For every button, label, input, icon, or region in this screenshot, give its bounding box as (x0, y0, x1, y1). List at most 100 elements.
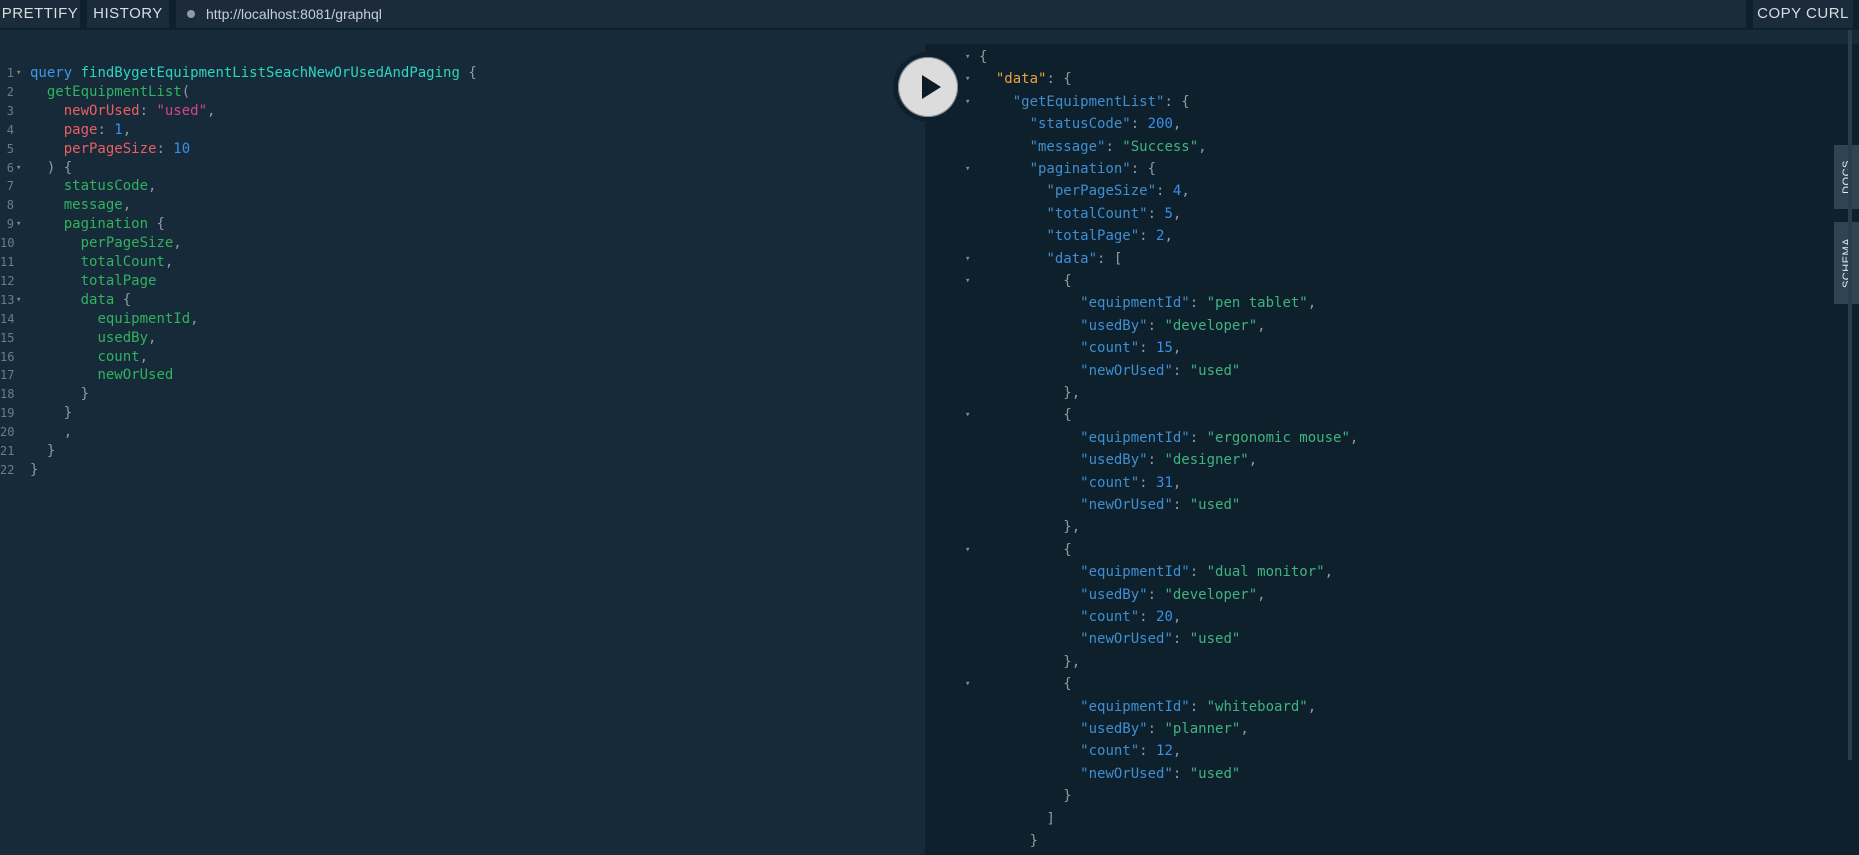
code-text: } (30, 459, 38, 481)
code-token: ( (181, 83, 191, 100)
code-token: "developer" (1164, 586, 1258, 603)
history-button[interactable]: HISTORY (87, 0, 169, 28)
result-line: "totalCount": 5, (925, 203, 1859, 225)
code-token: "pagination" (1029, 161, 1131, 177)
code-token: : (1130, 116, 1148, 133)
code-token: : (1147, 586, 1165, 603)
code-token: , (148, 178, 157, 195)
fold-toggle-icon[interactable]: ▾ (965, 158, 970, 180)
code-token: newOrUsed (97, 367, 174, 384)
result-line: "equipmentId": "whiteboard", (925, 696, 1859, 718)
code-token: , (1257, 317, 1266, 334)
code-token: , (1307, 295, 1317, 312)
code-token: 1 (114, 121, 123, 138)
code-token: "ergonomic mouse" (1206, 429, 1350, 446)
code-token: 5 (1164, 205, 1173, 222)
result-line: "count": 20, (925, 606, 1859, 628)
endpoint-url-field[interactable]: http://localhost:8081/graphql (176, 0, 1746, 28)
result-line: "equipmentId": "dual monitor", (925, 561, 1859, 583)
code-token: pagination (63, 216, 149, 233)
result-line: "newOrUsed": "used" (925, 360, 1859, 382)
result-line: } (925, 830, 1859, 852)
docs-tab[interactable]: DOCS (1834, 145, 1859, 209)
code-token: "used" (1189, 497, 1241, 513)
code-token: : (1189, 564, 1207, 581)
code-token: totalPage (80, 272, 157, 289)
code-token: { (114, 291, 132, 308)
result-line: "statusCode": 200, (925, 113, 1859, 135)
result-line: }, (925, 516, 1859, 538)
fold-toggle-icon[interactable]: ▾ (965, 91, 970, 113)
code-token: "developer" (1164, 317, 1258, 334)
execute-query-button[interactable] (893, 52, 963, 122)
code-token: : (1189, 295, 1207, 312)
code-token: : { (1130, 161, 1157, 177)
copy-curl-button[interactable]: COPY CURL (1753, 0, 1853, 28)
code-token: "newOrUsed" (1080, 362, 1173, 379)
code-text: "data": [ (979, 248, 1122, 270)
code-token: : (1147, 317, 1165, 334)
result-line: "count": 31, (925, 472, 1859, 494)
code-token: : (139, 102, 157, 119)
fold-toggle-icon[interactable]: ▾ (965, 673, 970, 695)
result-scrollbar[interactable] (1848, 30, 1852, 760)
code-token: : (1172, 497, 1190, 513)
connection-status-icon (187, 10, 195, 18)
toolbar: PRETTIFY HISTORY http://localhost:8081/g… (0, 0, 1859, 30)
code-text: } (979, 785, 1071, 807)
code-token: "designer" (1164, 452, 1249, 469)
schema-tab[interactable]: SCHEMA (1834, 222, 1859, 304)
code-token: 12 (1156, 743, 1173, 760)
result-line: "count": 15, (925, 337, 1859, 359)
code-token: "equipmentId" (1080, 429, 1190, 446)
code-token: { (1063, 273, 1072, 289)
query-editor[interactable]: 1 ▾ query findBygetEquipmentListSeachNewOr… (0, 44, 925, 855)
fold-toggle-icon[interactable]: ▾ (965, 46, 970, 68)
code-text: "totalCount": 5, (979, 203, 1181, 225)
result-line: "newOrUsed": "used" (925, 494, 1859, 516)
code-token: { (979, 49, 988, 65)
code-token: : (1156, 183, 1173, 200)
code-token: ] (1046, 810, 1055, 827)
code-token: totalCount (80, 254, 165, 270)
code-text: "usedBy": "planner", (979, 718, 1249, 740)
code-text: "totalPage": 2, (979, 225, 1172, 247)
code-token: : { (1046, 71, 1072, 88)
code-token: "usedBy" (1080, 586, 1148, 603)
code-token: } (80, 386, 90, 403)
result-line: "totalPage": 2, (925, 225, 1859, 247)
fold-toggle-icon[interactable]: ▾ (965, 404, 970, 426)
code-token: , (1172, 116, 1182, 133)
code-text: "equipmentId": "whiteboard", (979, 696, 1316, 718)
play-icon (898, 57, 958, 117)
fold-toggle-icon[interactable]: ▾ (965, 539, 970, 561)
fold-toggle-icon[interactable]: ▾ (965, 248, 970, 270)
code-text: "count": 31, (979, 472, 1181, 494)
fold-toggle-icon[interactable]: ▾ (965, 68, 970, 90)
code-token: , (1257, 586, 1266, 603)
code-token: , (190, 310, 199, 327)
prettify-button[interactable]: PRETTIFY (0, 0, 80, 28)
code-token: equipmentId (97, 310, 191, 327)
line-number: 22 (0, 462, 15, 477)
code-token: 20 (1156, 609, 1173, 625)
result-line: ▾ { (925, 270, 1859, 292)
code-token: : (1147, 452, 1165, 469)
code-token: "Success" (1122, 138, 1199, 155)
fold-toggle-icon[interactable]: ▾ (965, 270, 970, 292)
